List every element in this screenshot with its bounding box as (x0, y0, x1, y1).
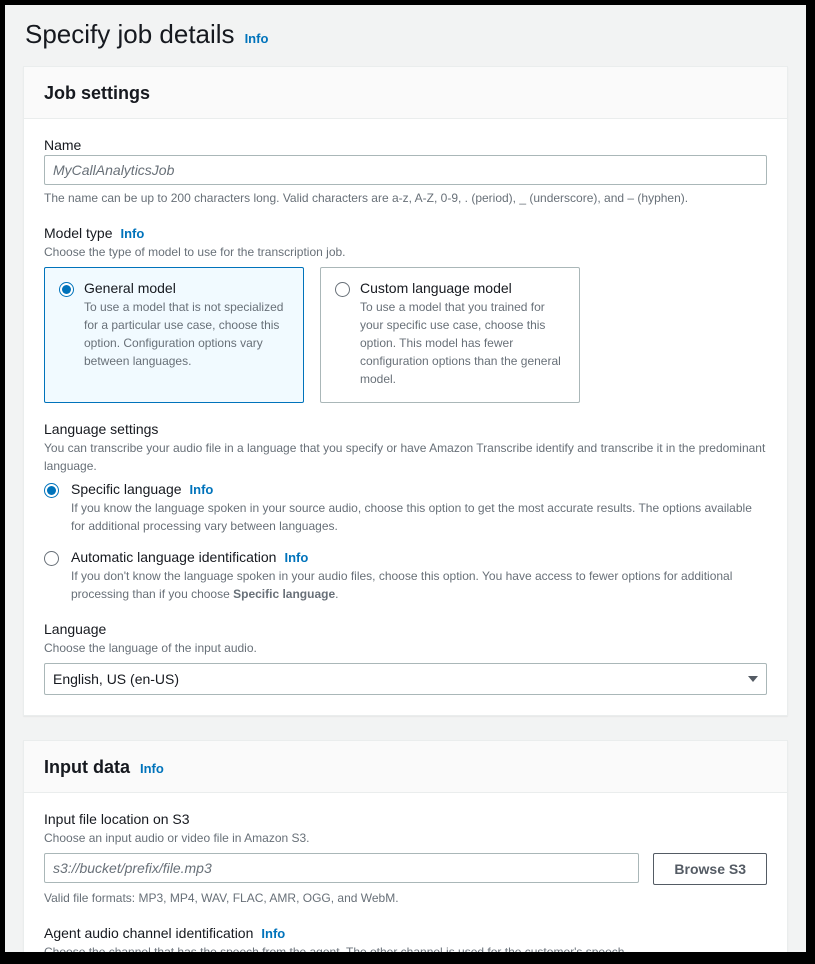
model-type-hint: Choose the type of model to use for the … (44, 243, 767, 261)
model-type-field: Model type Info Choose the type of model… (44, 225, 767, 403)
language-settings-hint: You can transcribe your audio file in a … (44, 439, 767, 475)
panel-header: Job settings (24, 67, 787, 119)
language-settings-field: Language settings You can transcribe you… (44, 421, 767, 603)
agent-channel-field: Agent audio channel identification Info … (44, 925, 767, 954)
name-help: The name can be up to 200 characters lon… (44, 189, 767, 207)
tile-desc: To use a model that you trained for your… (360, 298, 565, 388)
language-hint: Choose the language of the input audio. (44, 639, 767, 657)
language-field: Language Choose the language of the inpu… (44, 621, 767, 695)
tile-desc: To use a model that is not specialized f… (84, 298, 289, 370)
tile-title: Custom language model (360, 280, 565, 296)
s3-input[interactable] (44, 853, 639, 883)
chevron-down-icon (748, 676, 758, 682)
info-link[interactable]: Info (261, 926, 285, 941)
s3-help: Valid file formats: MP3, MP4, WAV, FLAC,… (44, 889, 767, 907)
tile-title: General model (84, 280, 289, 296)
panel-header: Input data Info (24, 741, 787, 793)
name-label: Name (44, 137, 767, 153)
radio-icon (335, 282, 350, 297)
agent-channel-hint: Choose the channel that has the speech f… (44, 943, 767, 954)
select-value: English, US (en-US) (53, 671, 179, 687)
s3-label: Input file location on S3 (44, 811, 767, 827)
browse-s3-button[interactable]: Browse S3 (653, 853, 767, 885)
name-input[interactable] (44, 155, 767, 185)
radio-desc: If you don't know the language spoken in… (71, 567, 767, 603)
lang-option-auto[interactable]: Automatic language identification Info I… (44, 549, 767, 603)
input-data-panel: Input data Info Input file location on S… (23, 740, 788, 954)
radio-title: Specific language (71, 481, 182, 497)
language-select[interactable]: English, US (en-US) (44, 663, 767, 695)
info-link[interactable]: Info (245, 31, 269, 46)
job-settings-panel: Job settings Name The name can be up to … (23, 66, 788, 716)
radio-icon (44, 483, 59, 498)
language-settings-label: Language settings (44, 421, 767, 437)
lang-option-specific[interactable]: Specific language Info If you know the l… (44, 481, 767, 535)
page-header: Specify job details Info (5, 5, 806, 66)
model-tile-custom[interactable]: Custom language model To use a model tha… (320, 267, 580, 403)
radio-icon (59, 282, 74, 297)
s3-field: Input file location on S3 Choose an inpu… (44, 811, 767, 907)
page-title: Specify job details (25, 19, 235, 50)
info-link[interactable]: Info (140, 761, 164, 776)
model-type-label: Model type (44, 225, 112, 241)
radio-desc: If you know the language spoken in your … (71, 499, 767, 535)
radio-icon (44, 551, 59, 566)
panel-title: Input data (44, 757, 130, 778)
radio-title: Automatic language identification (71, 549, 276, 565)
name-field: Name The name can be up to 200 character… (44, 137, 767, 207)
language-label: Language (44, 621, 767, 637)
model-tile-general[interactable]: General model To use a model that is not… (44, 267, 304, 403)
agent-channel-label: Agent audio channel identification (44, 925, 253, 941)
panel-title: Job settings (44, 83, 150, 104)
info-link[interactable]: Info (190, 482, 214, 497)
s3-hint: Choose an input audio or video file in A… (44, 829, 767, 847)
info-link[interactable]: Info (120, 226, 144, 241)
info-link[interactable]: Info (284, 550, 308, 565)
